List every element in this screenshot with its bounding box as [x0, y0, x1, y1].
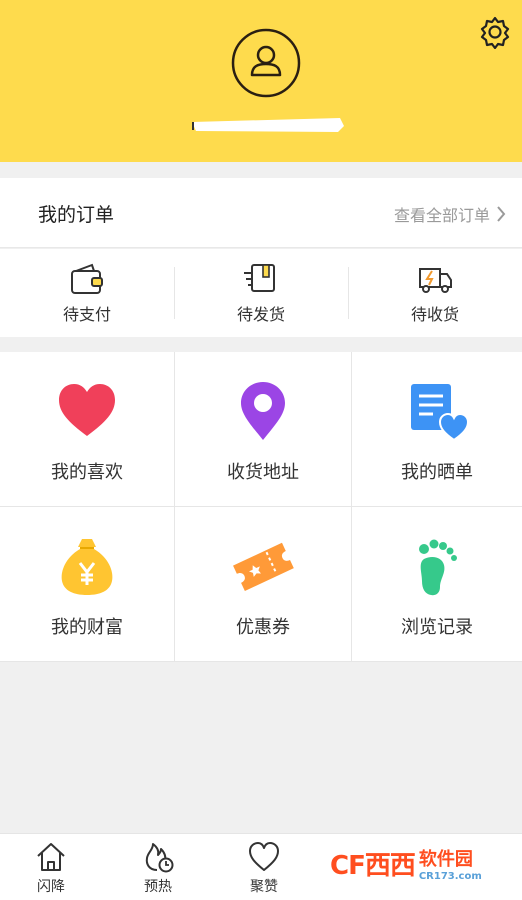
- money-bag-icon: [61, 539, 113, 595]
- tab-preheat[interactable]: 预热: [118, 840, 198, 896]
- user-icon[interactable]: [231, 28, 301, 98]
- heart-outline-icon: [249, 842, 279, 871]
- tab-likes[interactable]: 聚赞: [224, 840, 304, 896]
- coupon-icon: [233, 542, 294, 592]
- view-all-orders-link[interactable]: 查看全部订单: [394, 202, 506, 226]
- order-pending-shipment[interactable]: 待发货: [174, 249, 348, 337]
- review-doc-icon: [411, 384, 468, 442]
- my-orders-title: 我的订单: [38, 204, 115, 226]
- footprint-icon: [419, 539, 457, 596]
- username-redacted: [192, 118, 344, 132]
- grid-item-label: 我的晒单: [401, 462, 473, 483]
- grid-item-label: 收货地址: [227, 462, 299, 483]
- watermark: CF西西 软件园 CR173.com: [330, 845, 482, 882]
- grid-item-label: 优惠券: [236, 617, 290, 638]
- grid-item-wealth[interactable]: 我的财富: [0, 507, 175, 662]
- order-pending-receipt[interactable]: 待收货: [348, 249, 522, 337]
- grid-item-reviews[interactable]: 我的晒单: [352, 352, 522, 507]
- tab-flash-sale[interactable]: 闪降: [11, 840, 91, 896]
- tab-label: 预热: [144, 879, 172, 895]
- home-icon: [37, 843, 65, 871]
- gear-icon[interactable]: [478, 15, 512, 49]
- location-pin-icon: [241, 382, 285, 440]
- wallet-icon: [71, 263, 103, 294]
- watermark-url: CR173.com: [418, 871, 482, 882]
- grid-item-label: 浏览记录: [401, 617, 473, 638]
- order-pending-payment[interactable]: 待支付: [0, 249, 174, 337]
- order-item-label: 待发货: [236, 305, 285, 324]
- tab-label: 聚赞: [250, 879, 278, 895]
- grid-item-label: 我的喜欢: [51, 462, 123, 483]
- watermark-name: 软件园: [418, 849, 473, 870]
- profile-header: [0, 0, 522, 162]
- truck-icon: [419, 268, 452, 293]
- my-orders-header[interactable]: 我的订单 查看全部订单: [0, 178, 522, 248]
- order-item-label: 待支付: [62, 305, 111, 324]
- flame-clock-icon: [145, 843, 174, 873]
- order-item-label: 待收货: [410, 305, 459, 324]
- watermark-logo: CF西西: [330, 851, 416, 881]
- heart-icon: [59, 384, 115, 436]
- chevron-right-icon: [497, 206, 506, 222]
- view-all-orders-label: 查看全部订单: [393, 206, 490, 225]
- order-status-row: 待支付 待发货 待收货: [0, 249, 522, 337]
- feature-grid: 我的喜欢 收货地址 我的晒单 我的财富 优惠券 浏览记录: [0, 352, 522, 662]
- grid-item-history[interactable]: 浏览记录: [352, 507, 522, 662]
- grid-item-label: 我的财富: [51, 617, 123, 638]
- grid-item-favorites[interactable]: 我的喜欢: [0, 352, 175, 507]
- tab-label: 闪降: [37, 879, 65, 895]
- package-icon: [244, 264, 275, 292]
- grid-item-coupons[interactable]: 优惠券: [175, 507, 352, 662]
- grid-item-address[interactable]: 收货地址: [175, 352, 352, 507]
